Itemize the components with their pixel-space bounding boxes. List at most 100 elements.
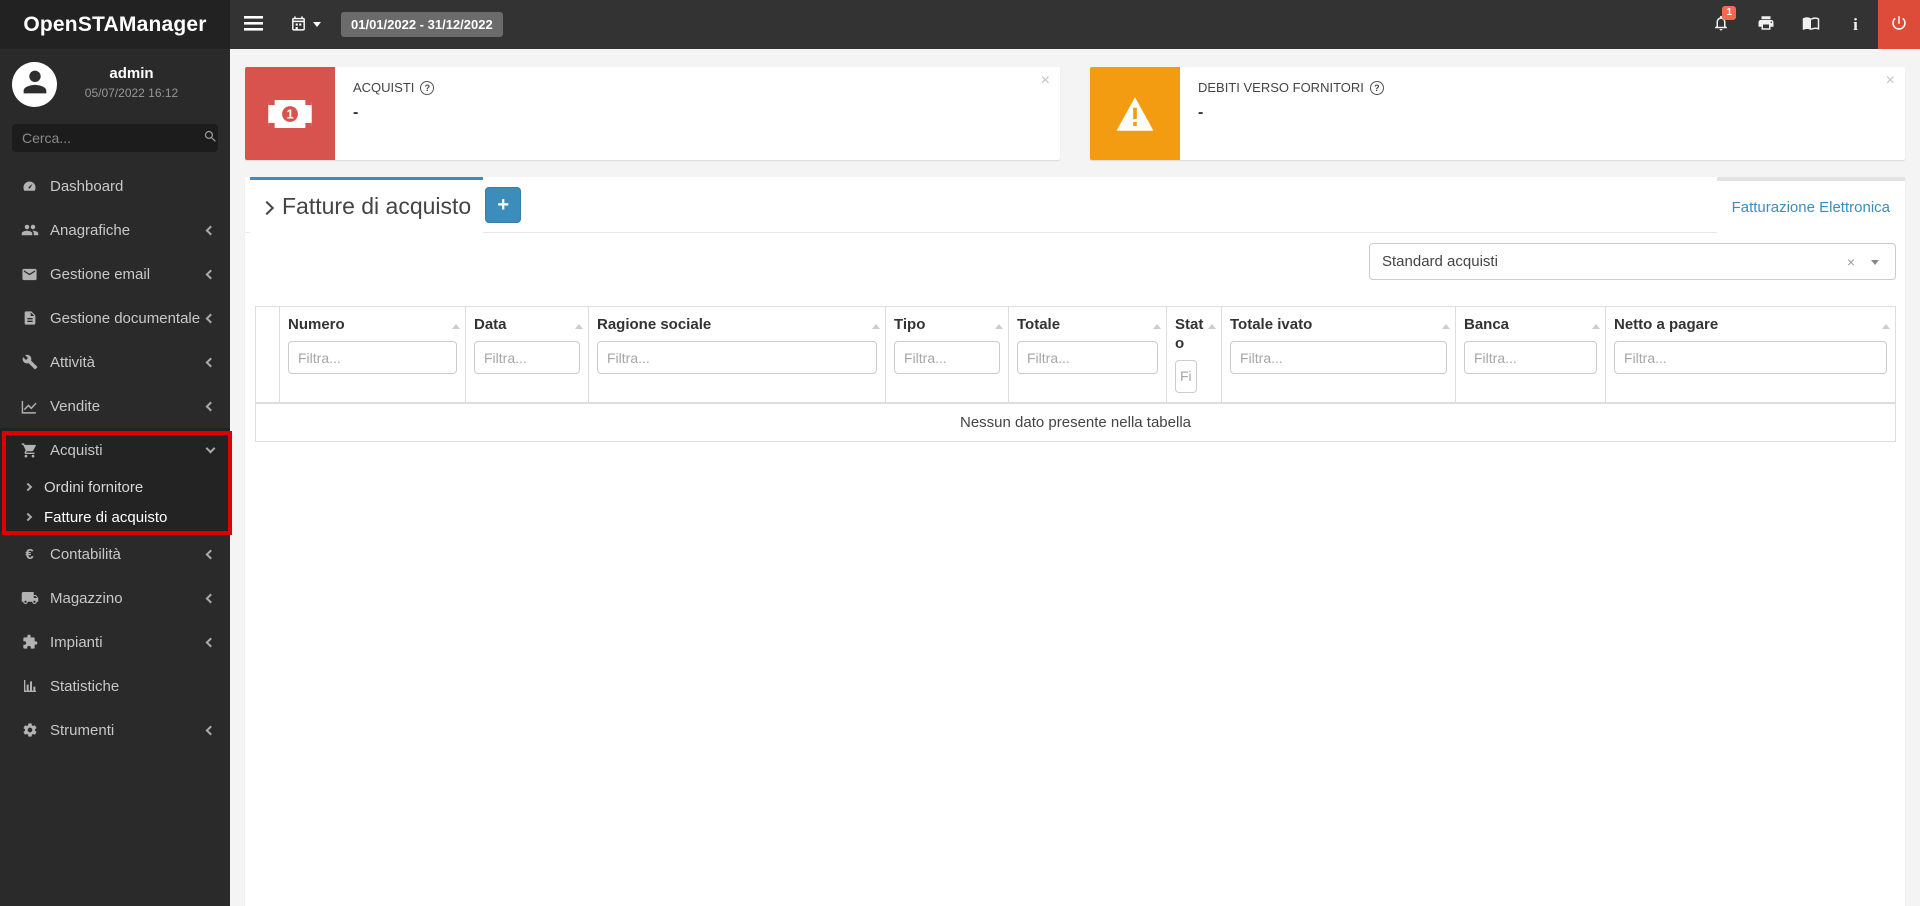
filter-input-totale-ivato[interactable] [1230,341,1447,374]
calendar-dropdown-button[interactable] [280,0,331,49]
envelope-icon [20,265,39,284]
sidebar-toggle-button[interactable] [230,0,276,49]
printer-icon [1757,14,1775,35]
column-sort-label[interactable]: Banca [1464,316,1597,335]
filter-input-numero[interactable] [288,341,457,374]
sort-arrow-icon [1442,324,1450,329]
close-icon[interactable]: × [1041,73,1050,89]
column-header-netto-a-pagare: Netto a pagare [1605,306,1896,404]
sidebar-subitem-fatture-di-acquisto[interactable]: Fatture di acquisto [0,502,230,532]
column-header-stato: Stato [1166,306,1222,404]
column-header-ragione-sociale: Ragione sociale [588,306,886,404]
logout-button[interactable] [1878,0,1920,49]
notifications-button[interactable]: 1 [1698,0,1743,49]
chevron-left-icon [205,225,216,235]
records-table-wrap: Numero Data Ragione sociale [255,306,1896,442]
sidebar-item-anagrafiche[interactable]: Anagrafiche [0,208,230,252]
sidebar-subitem-label: Fatture di acquisto [44,508,168,526]
sidebar-item-label: Impianti [50,633,103,651]
sidebar-item-label: Acquisti [50,441,103,459]
fatturazione-elettronica-link[interactable]: Fatturazione Elettronica [1732,199,1890,216]
print-button[interactable] [1743,0,1788,49]
sidebar-subitem-ordini-fornitore[interactable]: Ordini fornitore [0,472,230,502]
help-icon[interactable]: ? [420,80,435,95]
bar-chart-icon [20,677,39,696]
info-button[interactable]: i [1833,0,1878,49]
table-header-row: Numero Data Ragione sociale [255,306,1896,404]
infobox-content: ACQUISTI ? - [335,67,1060,160]
search-icon [203,129,218,147]
search-submit-button[interactable] [203,129,218,147]
calendar-icon [290,15,307,35]
sidebar-item-label: Strumenti [50,721,115,739]
svg-text:1: 1 [286,106,293,121]
chevron-left-icon [205,401,216,411]
filter-input-totale[interactable] [1017,341,1158,374]
filter-input-data[interactable] [474,341,580,374]
chevron-left-icon [205,725,216,735]
sort-arrow-icon [1153,324,1161,329]
sidebar-item-vendite[interactable]: Vendite [0,384,230,428]
sidebar-item-statistiche[interactable]: Statistiche [0,664,230,708]
column-sort-label[interactable]: Ragione sociale [597,316,877,335]
clear-selection-icon[interactable]: × [1847,254,1855,270]
column-sort-label[interactable]: Netto a pagare [1614,316,1887,335]
column-sort-label[interactable]: Tipo [894,316,1000,335]
login-datetime: 05/07/2022 16:12 [84,86,179,100]
chevron-down-icon [205,443,216,454]
chevron-left-icon [205,357,216,367]
sidebar-item-strumenti[interactable]: Strumenti [0,708,230,752]
view-select[interactable]: Standard acquisti × [1369,243,1896,280]
infobox-value: - [1198,104,1204,121]
sidebar-item-contabilita[interactable]: € Contabilità [0,532,230,576]
sidebar-item-label: Anagrafiche [50,221,131,239]
date-range-badge[interactable]: 01/01/2022 - 31/12/2022 [341,12,503,37]
app-logo[interactable]: OpenSTAManager [0,0,230,49]
sidebar-item-magazzino[interactable]: Magazzino [0,576,230,620]
chevron-right-icon [259,200,275,215]
toolbar: Standard acquisti × [245,233,1905,280]
filter-input-ragione-sociale[interactable] [597,341,877,374]
select-caret-icon [1871,260,1879,265]
column-header-numero: Numero [279,306,466,404]
sidebar-item-gestione-email[interactable]: Gestione email [0,252,230,296]
search-input[interactable] [22,130,203,146]
sidebar-group-acquisti: Acquisti Ordini fornitore Fatture di acq… [0,428,230,532]
manual-button[interactable] [1788,0,1833,49]
sidebar-item-label: Magazzino [50,589,123,607]
empty-table-message: Nessun dato presente nella tabella [255,402,1896,442]
close-icon[interactable]: × [1886,73,1895,89]
column-sort-label[interactable]: Totale [1017,316,1158,335]
filter-input-tipo[interactable] [894,341,1000,374]
filter-input-netto-a-pagare[interactable] [1614,341,1887,374]
power-icon [1890,14,1908,35]
notification-count-badge: 1 [1722,6,1736,20]
filter-input-stato[interactable] [1175,359,1197,393]
sidebar-item-attivita[interactable]: Attività [0,340,230,384]
add-record-button[interactable]: + [485,186,522,223]
infobox-content: DEBITI VERSO FORNITORI ? - [1180,67,1905,160]
sidebar-item-impianti[interactable]: Impianti [0,620,230,664]
column-sort-label[interactable]: Totale ivato [1230,316,1447,335]
tab-strip: Fatture di acquisto + Fatturazione Elett… [245,177,1905,233]
euro-icon: € [25,545,34,563]
filter-input-banca[interactable] [1464,341,1597,374]
user-icon [18,65,52,104]
document-icon [20,309,39,328]
sort-arrow-icon [1882,324,1890,329]
tab-fatture-di-acquisto[interactable]: Fatture di acquisto [250,177,484,233]
avatar[interactable] [12,62,57,107]
sidebar-item-dashboard[interactable]: Dashboard [0,164,230,208]
info-icon: i [1853,14,1858,34]
top-navbar: OpenSTAManager 01/01/2022 - 31/12/2022 1 [0,0,1920,49]
column-header-data: Data [465,306,589,404]
column-sort-label[interactable]: Numero [288,316,457,335]
column-sort-label[interactable]: Data [474,316,580,335]
help-icon[interactable]: ? [1369,80,1384,95]
sidebar-subitem-label: Ordini fornitore [44,478,144,496]
sidebar-item-gestione-documentale[interactable]: Gestione documentale [0,296,230,340]
users-icon [20,221,39,240]
infobox-value: - [353,104,359,121]
sidebar-item-acquisti[interactable]: Acquisti [0,428,230,472]
column-sort-label[interactable]: Stato [1175,316,1213,354]
